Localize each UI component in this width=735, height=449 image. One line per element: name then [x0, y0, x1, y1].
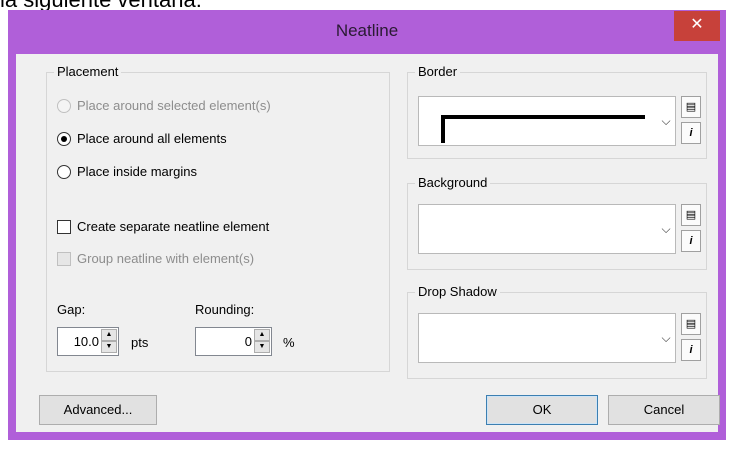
- drop-shadow-legend: Drop Shadow: [415, 284, 500, 299]
- spin-down-icon[interactable]: ▼: [254, 341, 270, 353]
- gap-label: Gap:: [57, 302, 86, 317]
- spin-up-icon[interactable]: ▲: [254, 329, 270, 341]
- gap-unit: pts: [131, 335, 149, 350]
- radio-place-around-all[interactable]: Place around all elements: [57, 131, 227, 146]
- drop-shadow-combo[interactable]: ⌵: [418, 313, 676, 363]
- spin-down-icon[interactable]: ▼: [101, 341, 117, 353]
- radio-button[interactable]: [57, 131, 71, 146]
- border-side-buttons: ▤ i: [681, 96, 701, 144]
- background-legend: Background: [415, 175, 491, 190]
- info-icon[interactable]: i: [681, 230, 701, 252]
- cancel-button[interactable]: Cancel: [608, 395, 720, 425]
- gap-spinbox[interactable]: 10.0 ▲ ▼: [57, 327, 119, 356]
- checkbox-group-neatline[interactable]: Group neatline with element(s): [57, 251, 254, 266]
- checkbox-label: Group neatline with element(s): [77, 251, 255, 266]
- checkbox-create-separate[interactable]: Create separate neatline element: [57, 219, 269, 234]
- rounding-spin-arrows: ▲ ▼: [254, 329, 270, 354]
- border-preview: [441, 115, 645, 143]
- neatline-dialog: Neatline ✕ Placement Place around select…: [8, 10, 726, 440]
- border-group: Border ⌵ ▤ i: [407, 64, 707, 159]
- radio-button[interactable]: [57, 164, 71, 179]
- title-bar: Neatline ✕: [8, 10, 726, 54]
- gap-value[interactable]: 10.0: [74, 334, 99, 349]
- radio-label: Place inside margins: [77, 164, 197, 179]
- advanced-button[interactable]: Advanced...: [39, 395, 157, 425]
- dialog-client: Placement Place around selected element(…: [16, 54, 720, 432]
- info-icon[interactable]: i: [681, 122, 701, 144]
- border-legend: Border: [415, 64, 461, 79]
- chevron-down-icon[interactable]: ⌵: [657, 205, 675, 253]
- info-icon[interactable]: i: [681, 339, 701, 361]
- dialog-title: Neatline: [335, 21, 399, 40]
- background-side-buttons: ▤ i: [681, 204, 701, 252]
- radio-label: Place around selected element(s): [77, 98, 271, 113]
- close-icon: ✕: [690, 16, 704, 33]
- checkbox[interactable]: [57, 251, 71, 266]
- checkbox[interactable]: [57, 219, 71, 234]
- rounding-unit: %: [283, 335, 295, 350]
- chevron-down-icon[interactable]: ⌵: [657, 314, 675, 362]
- properties-icon[interactable]: ▤: [681, 313, 701, 335]
- checkbox-label: Create separate neatline element: [77, 219, 270, 234]
- drop-shadow-group: Drop Shadow ⌵ ▤ i: [407, 284, 707, 379]
- radio-button[interactable]: [57, 98, 71, 113]
- drop-shadow-side-buttons: ▤ i: [681, 313, 701, 361]
- radio-place-around-selected[interactable]: Place around selected element(s): [57, 98, 271, 113]
- rounding-spinbox[interactable]: 0 ▲ ▼: [195, 327, 272, 356]
- gap-spin-arrows: ▲ ▼: [101, 329, 117, 354]
- spin-up-icon[interactable]: ▲: [101, 329, 117, 341]
- rounding-value[interactable]: 0: [245, 334, 252, 349]
- rounding-label: Rounding:: [195, 302, 255, 317]
- chevron-down-icon[interactable]: ⌵: [657, 97, 675, 145]
- placement-group: Placement Place around selected element(…: [46, 64, 390, 372]
- properties-icon[interactable]: ▤: [681, 204, 701, 226]
- properties-icon[interactable]: ▤: [681, 96, 701, 118]
- background-group: Background ⌵ ▤ i: [407, 175, 707, 270]
- border-combo[interactable]: ⌵: [418, 96, 676, 146]
- placement-legend: Placement: [54, 64, 122, 79]
- radio-label: Place around all elements: [77, 131, 227, 146]
- background-combo[interactable]: ⌵: [418, 204, 676, 254]
- close-button[interactable]: ✕: [674, 11, 720, 41]
- ok-button[interactable]: OK: [486, 395, 598, 425]
- radio-place-inside-margins[interactable]: Place inside margins: [57, 164, 197, 179]
